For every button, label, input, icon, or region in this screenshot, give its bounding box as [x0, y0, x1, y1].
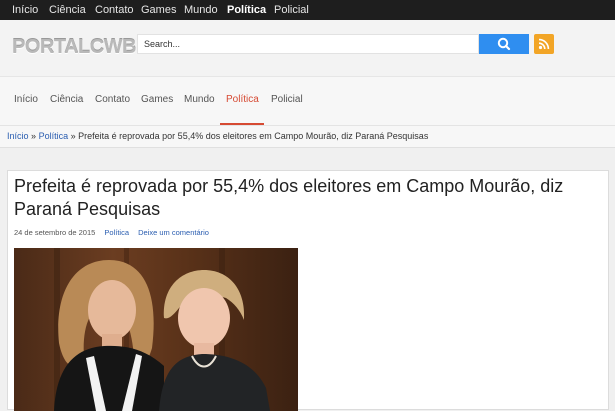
search-input[interactable]	[137, 34, 479, 54]
breadcrumb-category-link[interactable]: Política	[39, 131, 69, 141]
nav-item-policial[interactable]: Policial	[271, 77, 303, 125]
rss-button[interactable]	[534, 34, 554, 54]
main-navigation: Início Ciência Contato Games Mundo Polít…	[0, 76, 615, 126]
breadcrumb-separator: »	[31, 131, 37, 141]
breadcrumb-separator: »	[70, 131, 76, 141]
topnav-item-contato[interactable]: Contato	[95, 0, 134, 20]
nav-item-mundo[interactable]: Mundo	[184, 77, 215, 125]
nav-item-games[interactable]: Games	[141, 77, 173, 125]
top-navigation-bar: Início Ciência Contato Games Mundo Polít…	[0, 0, 615, 20]
article-meta: 24 de setembro de 2015 Política Deixe um…	[14, 228, 209, 237]
article-category-link[interactable]: Política	[104, 228, 129, 237]
site-logo[interactable]: PORTALCWB	[12, 36, 137, 59]
topnav-item-inicio[interactable]: Início	[12, 0, 38, 20]
article-date: 24 de setembro de 2015	[14, 228, 96, 237]
topnav-item-policial[interactable]: Policial	[274, 0, 309, 20]
search-icon	[497, 37, 511, 51]
article-photo-image	[14, 248, 298, 411]
topnav-item-ciencia[interactable]: Ciência	[49, 0, 86, 20]
breadcrumb-home-link[interactable]: Início	[7, 131, 29, 141]
topnav-item-mundo[interactable]: Mundo	[184, 0, 218, 20]
nav-item-ciencia[interactable]: Ciência	[50, 77, 83, 125]
topnav-item-politica[interactable]: Política	[227, 0, 266, 20]
site-header: PORTALCWB	[0, 20, 615, 76]
article-photo	[14, 248, 298, 411]
nav-item-politica[interactable]: Política	[226, 77, 259, 125]
breadcrumb-current: Prefeita é reprovada por 55,4% dos eleit…	[78, 131, 429, 141]
nav-item-contato[interactable]: Contato	[95, 77, 130, 125]
article-title: Prefeita é reprovada por 55,4% dos eleit…	[14, 176, 564, 219]
active-nav-indicator	[220, 123, 264, 125]
comment-link[interactable]: Deixe um comentário	[138, 228, 209, 237]
search-button[interactable]	[479, 34, 529, 54]
nav-item-inicio[interactable]: Início	[14, 77, 38, 125]
rss-icon	[538, 38, 550, 50]
topnav-item-games[interactable]: Games	[141, 0, 176, 20]
breadcrumb: Início » Política » Prefeita é reprovada…	[0, 126, 615, 148]
article-card: Prefeita é reprovada por 55,4% dos eleit…	[7, 170, 609, 411]
